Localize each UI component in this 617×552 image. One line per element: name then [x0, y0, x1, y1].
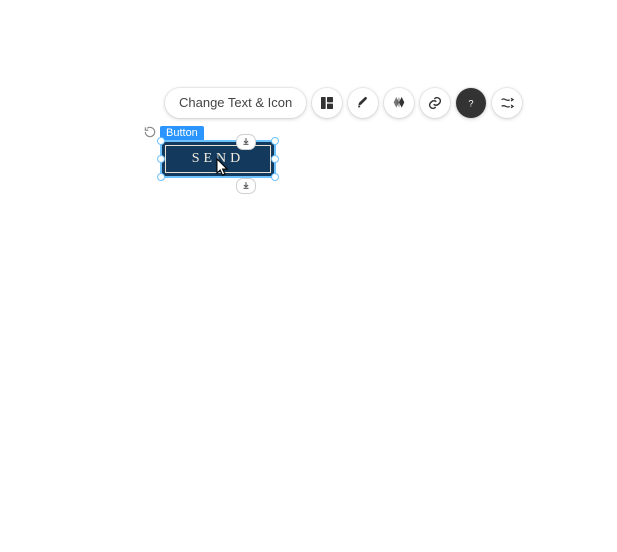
rotate-icon — [143, 125, 157, 144]
stretch-down-icon — [241, 177, 251, 195]
layout-button[interactable] — [312, 88, 342, 118]
send-button[interactable]: SEND — [160, 140, 276, 178]
resize-handle-middle-right[interactable] — [271, 155, 279, 163]
selection-tag: Button — [160, 126, 204, 141]
selected-element-wrapper: Button SEND — [160, 140, 280, 178]
animation-icon — [391, 95, 407, 111]
help-button[interactable]: ? — [456, 88, 486, 118]
animation-button[interactable] — [384, 88, 414, 118]
resize-handle-bottom-left[interactable] — [157, 173, 165, 181]
resize-handle-top-left[interactable] — [157, 137, 165, 145]
resize-handle-bottom-right[interactable] — [271, 173, 279, 181]
help-icon: ? — [463, 95, 479, 111]
stretch-button[interactable] — [492, 88, 522, 118]
stretch-handle-top[interactable] — [236, 134, 256, 150]
svg-text:?: ? — [469, 98, 474, 108]
send-button-label: SEND — [192, 151, 245, 167]
send-button-inner: SEND — [165, 145, 271, 173]
layout-icon — [319, 95, 335, 111]
resize-handle-middle-left[interactable] — [157, 155, 165, 163]
link-button[interactable] — [420, 88, 450, 118]
stretch-icon — [499, 95, 515, 111]
floating-toolbar: Change Text & Icon ? — [165, 88, 522, 118]
stretch-handle-bottom[interactable] — [236, 178, 256, 194]
rotate-handle[interactable] — [142, 126, 158, 142]
paintbrush-icon — [355, 95, 371, 111]
design-button[interactable] — [348, 88, 378, 118]
link-icon — [427, 95, 443, 111]
stretch-down-icon — [241, 133, 251, 151]
resize-handle-top-right[interactable] — [271, 137, 279, 145]
change-text-and-icon-button[interactable]: Change Text & Icon — [165, 88, 306, 118]
